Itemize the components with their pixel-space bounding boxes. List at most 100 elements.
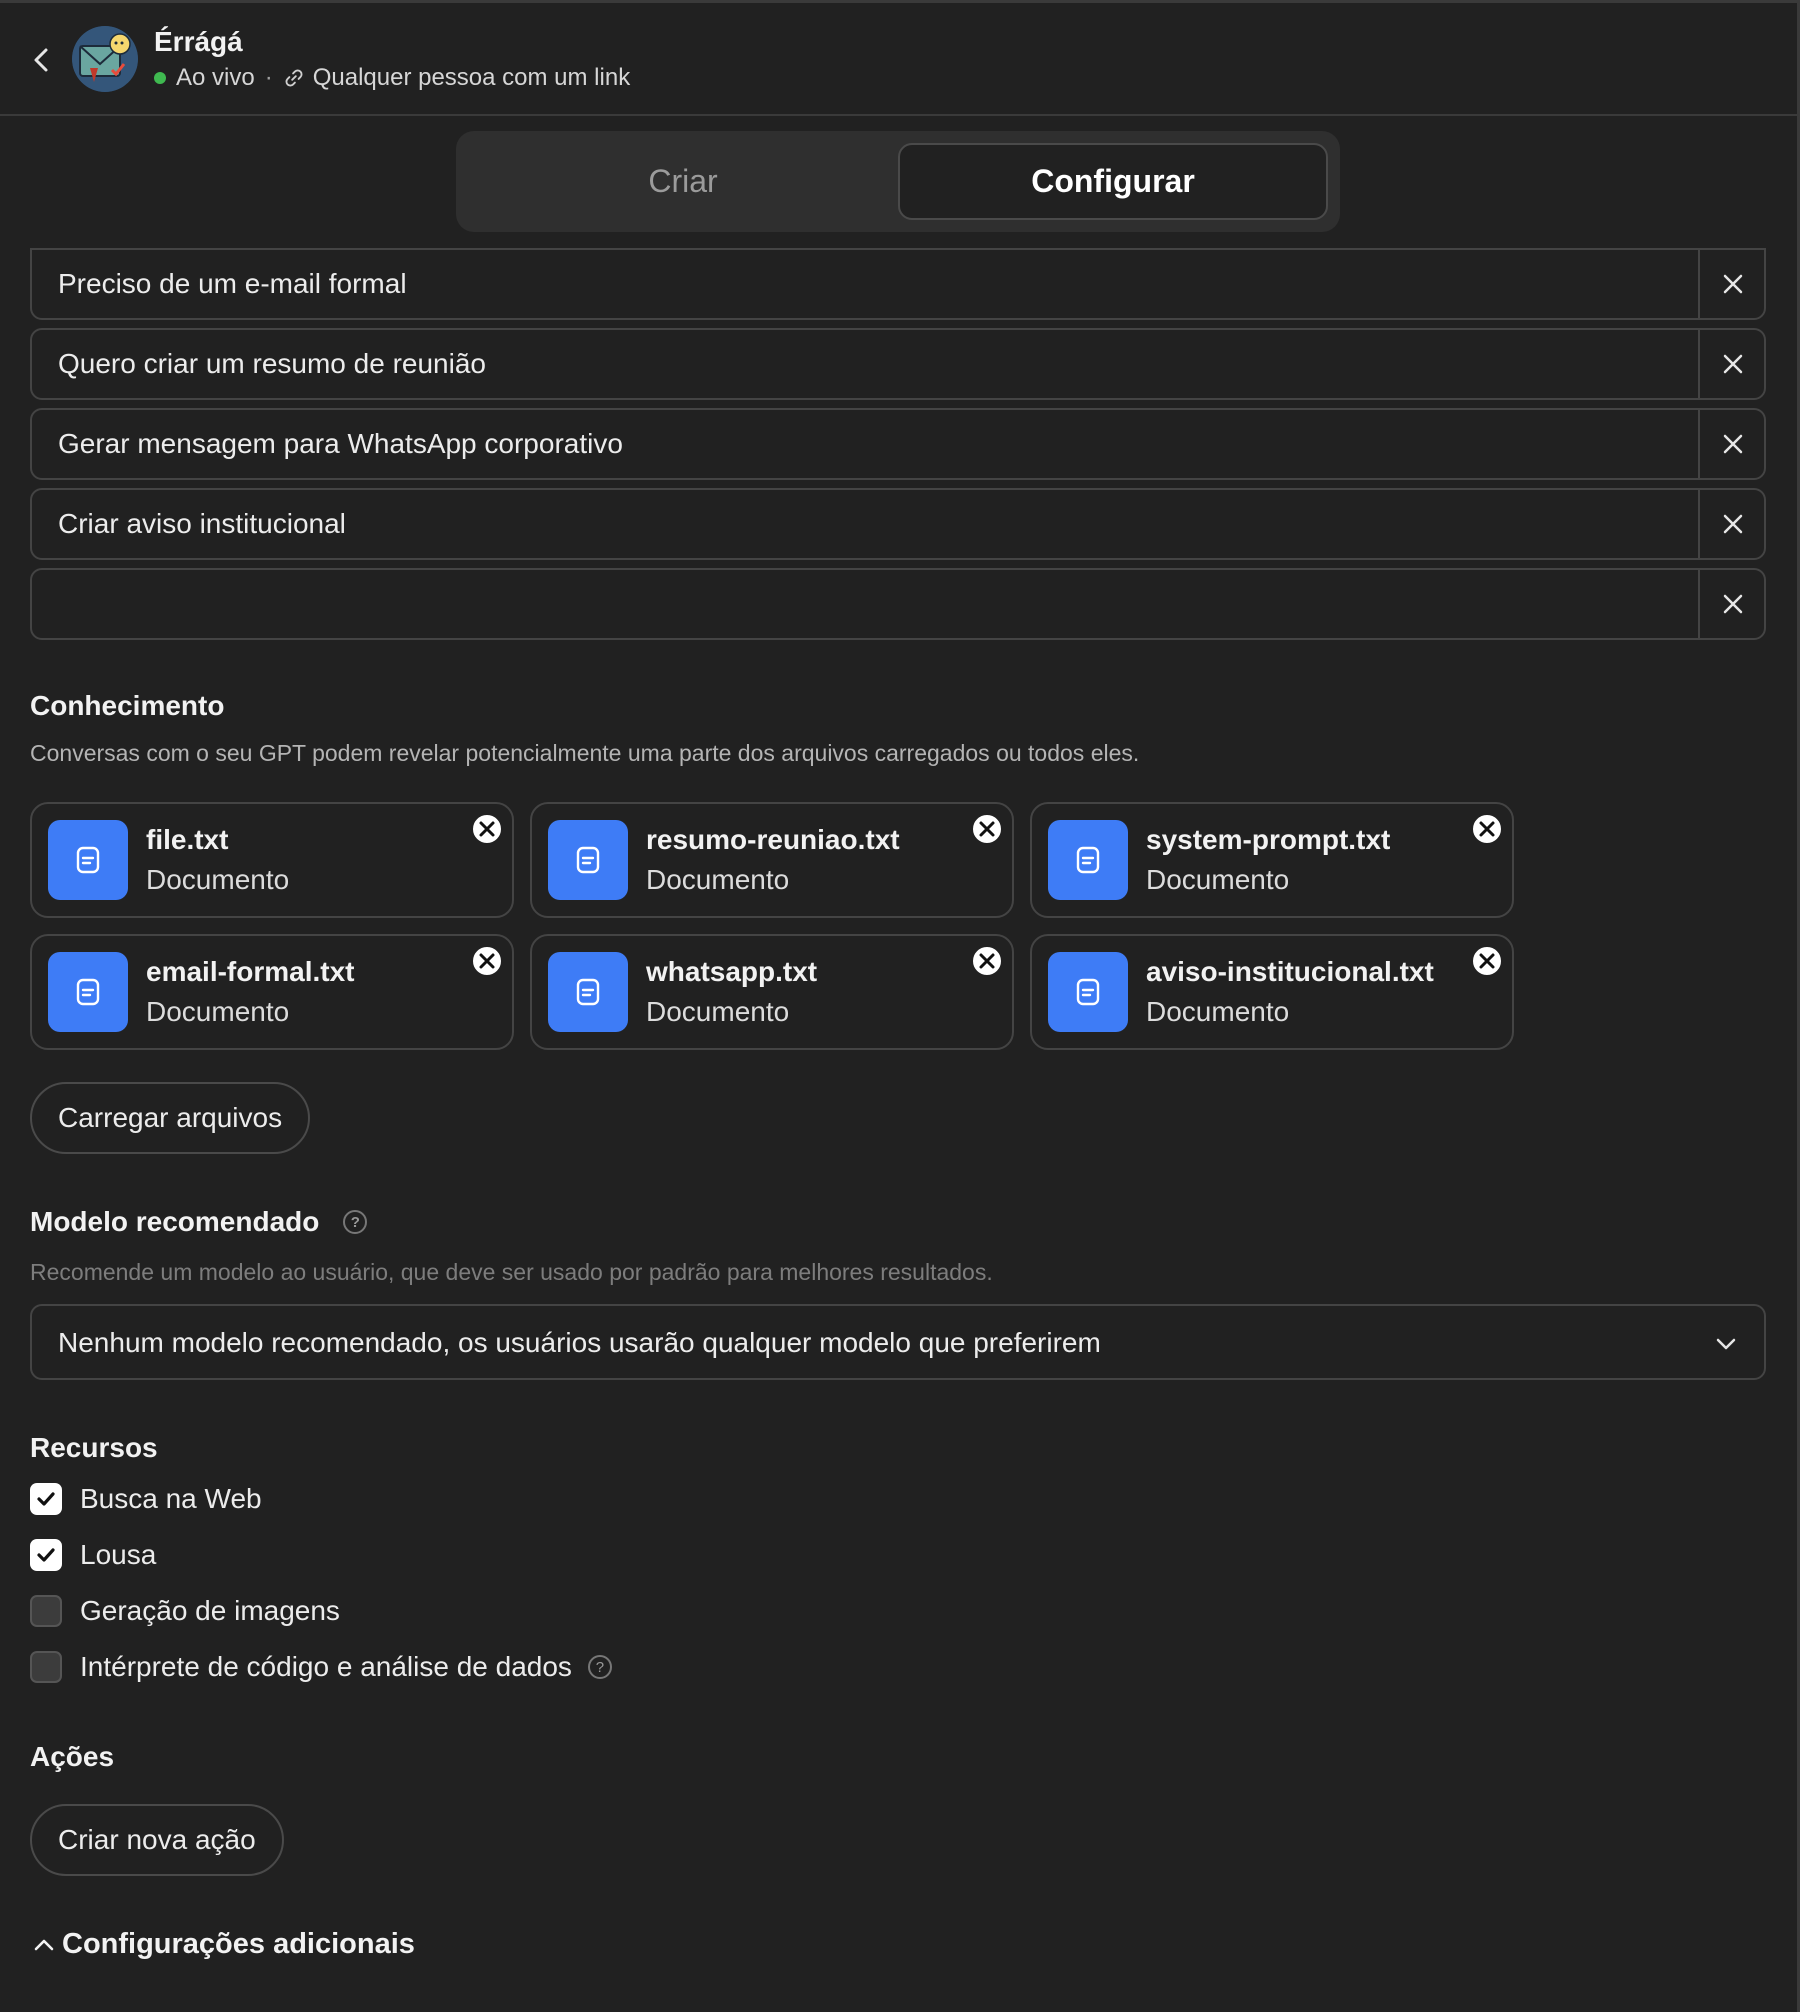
close-circle-icon bbox=[971, 945, 1003, 977]
gpt-name: Érrágá bbox=[154, 26, 243, 57]
capability-code-interpreter[interactable]: Intérprete de código e análise de dados … bbox=[30, 1651, 612, 1683]
file-name: aviso-institucional.txt bbox=[1146, 956, 1434, 987]
help-icon[interactable]: ? bbox=[343, 1210, 368, 1234]
conversation-starter-row bbox=[30, 248, 1766, 320]
knowledge-file-card[interactable]: whatsapp.txt Documento bbox=[530, 934, 1014, 1050]
conversation-starter-row bbox=[30, 488, 1766, 560]
close-circle-icon bbox=[1471, 945, 1503, 977]
chevron-up-icon bbox=[34, 1939, 54, 1950]
additional-settings-toggle[interactable]: Configurações adicionais bbox=[32, 1928, 415, 1961]
capabilities-title: Recursos bbox=[30, 1432, 158, 1463]
remove-file-button[interactable] bbox=[1470, 812, 1504, 846]
file-icon-badge bbox=[548, 952, 628, 1032]
file-icon-badge bbox=[1048, 820, 1128, 900]
close-icon bbox=[1723, 434, 1743, 454]
close-icon bbox=[1723, 594, 1743, 614]
conversation-starter-row bbox=[30, 328, 1766, 400]
remove-file-button[interactable] bbox=[970, 812, 1004, 846]
capability-label: Geração de imagens bbox=[80, 1595, 340, 1626]
checkbox-checked[interactable] bbox=[30, 1539, 62, 1571]
conversation-starter-row bbox=[30, 408, 1766, 480]
chevron-down-icon bbox=[1716, 1338, 1736, 1350]
checkbox-checked[interactable] bbox=[30, 1483, 62, 1515]
recommended-model-description: Recomende um modelo ao usuário, que deve… bbox=[30, 1259, 993, 1285]
tab-criar[interactable]: Criar bbox=[468, 143, 898, 220]
meta-separator: · bbox=[264, 64, 273, 91]
remove-file-button[interactable] bbox=[1470, 944, 1504, 978]
envelope-mascot-icon bbox=[72, 26, 138, 92]
conversation-starter-input[interactable] bbox=[32, 570, 1698, 638]
file-name: file.txt bbox=[146, 824, 229, 855]
file-icon-badge bbox=[48, 820, 128, 900]
capability-label: Busca na Web bbox=[80, 1483, 262, 1514]
remove-file-button[interactable] bbox=[970, 944, 1004, 978]
mode-tabs: Criar Configurar bbox=[456, 131, 1340, 232]
knowledge-file-card[interactable]: file.txt Documento bbox=[30, 802, 514, 918]
remove-starter-button[interactable] bbox=[1700, 410, 1766, 478]
status-label: Ao vivo bbox=[176, 64, 255, 91]
selected-model: Nenhum modelo recomendado, os usuários u… bbox=[58, 1327, 1101, 1358]
capability-image-generation[interactable]: Geração de imagens bbox=[30, 1595, 340, 1627]
conversation-starter-input[interactable] bbox=[32, 250, 1698, 318]
checkmark-icon bbox=[37, 1492, 55, 1506]
remove-file-button[interactable] bbox=[470, 944, 504, 978]
gpt-avatar bbox=[72, 26, 138, 92]
file-name: system-prompt.txt bbox=[1146, 824, 1391, 855]
checkmark-icon bbox=[37, 1548, 55, 1562]
capability-label: Intérprete de código e análise de dados bbox=[80, 1651, 572, 1682]
close-icon bbox=[1723, 514, 1743, 534]
conversation-starter-input[interactable] bbox=[32, 410, 1698, 478]
file-name: whatsapp.txt bbox=[646, 956, 818, 987]
file-icon-badge bbox=[548, 820, 628, 900]
file-type: Documento bbox=[146, 864, 290, 895]
capability-web-search[interactable]: Busca na Web bbox=[30, 1483, 262, 1515]
remove-starter-button[interactable] bbox=[1700, 250, 1766, 318]
actions-title: Ações bbox=[30, 1741, 115, 1772]
knowledge-file-card[interactable]: email-formal.txt Documento bbox=[30, 934, 514, 1050]
file-name: resumo-reuniao.txt bbox=[646, 824, 900, 855]
capability-canvas[interactable]: Lousa bbox=[30, 1539, 156, 1571]
close-circle-icon bbox=[1471, 813, 1503, 845]
file-icon-badge bbox=[48, 952, 128, 1032]
chevron-left-icon bbox=[34, 48, 48, 72]
file-type: Documento bbox=[1146, 996, 1290, 1027]
remove-file-button[interactable] bbox=[470, 812, 504, 846]
conversation-starter-input[interactable] bbox=[32, 330, 1698, 398]
checkbox-unchecked[interactable] bbox=[30, 1651, 62, 1683]
link-icon bbox=[285, 69, 303, 87]
help-icon[interactable]: ? bbox=[587, 1655, 612, 1679]
recommended-model-title: Modelo recomendado bbox=[30, 1206, 320, 1237]
conversation-starter-row bbox=[30, 568, 1766, 640]
close-circle-icon bbox=[471, 945, 503, 977]
tab-configurar[interactable]: Configurar bbox=[898, 143, 1328, 220]
checkbox-unchecked[interactable] bbox=[30, 1595, 62, 1627]
document-icon bbox=[576, 978, 600, 1006]
document-icon bbox=[1076, 846, 1100, 874]
knowledge-file-card[interactable]: resumo-reuniao.txt Documento bbox=[530, 802, 1014, 918]
close-circle-icon bbox=[971, 813, 1003, 845]
gpt-meta: Ao vivo · Qualquer pessoa com um link bbox=[154, 64, 630, 92]
file-type: Documento bbox=[646, 864, 790, 895]
document-icon bbox=[1076, 978, 1100, 1006]
document-icon bbox=[76, 846, 100, 874]
file-icon-badge bbox=[1048, 952, 1128, 1032]
remove-starter-button[interactable] bbox=[1700, 490, 1766, 558]
recommended-model-select[interactable]: Nenhum modelo recomendado, os usuários u… bbox=[30, 1304, 1766, 1380]
knowledge-file-card[interactable]: aviso-institucional.txt Documento bbox=[1030, 934, 1514, 1050]
create-action-button[interactable]: Criar nova ação bbox=[30, 1804, 284, 1876]
close-icon bbox=[1723, 354, 1743, 374]
file-type: Documento bbox=[1146, 864, 1290, 895]
remove-starter-button[interactable] bbox=[1700, 330, 1766, 398]
visibility-label[interactable]: Qualquer pessoa com um link bbox=[313, 64, 630, 92]
remove-starter-button[interactable] bbox=[1700, 570, 1766, 638]
capability-label: Lousa bbox=[80, 1539, 157, 1570]
close-icon bbox=[1723, 274, 1743, 294]
knowledge-description: Conversas com o seu GPT podem revelar po… bbox=[30, 740, 1140, 766]
knowledge-file-card[interactable]: system-prompt.txt Documento bbox=[1030, 802, 1514, 918]
conversation-starter-input[interactable] bbox=[32, 490, 1698, 558]
back-button[interactable] bbox=[28, 42, 56, 78]
close-circle-icon bbox=[471, 813, 503, 845]
file-name: email-formal.txt bbox=[146, 956, 355, 987]
upload-files-button[interactable]: Carregar arquivos bbox=[30, 1082, 311, 1154]
document-icon bbox=[76, 978, 100, 1006]
